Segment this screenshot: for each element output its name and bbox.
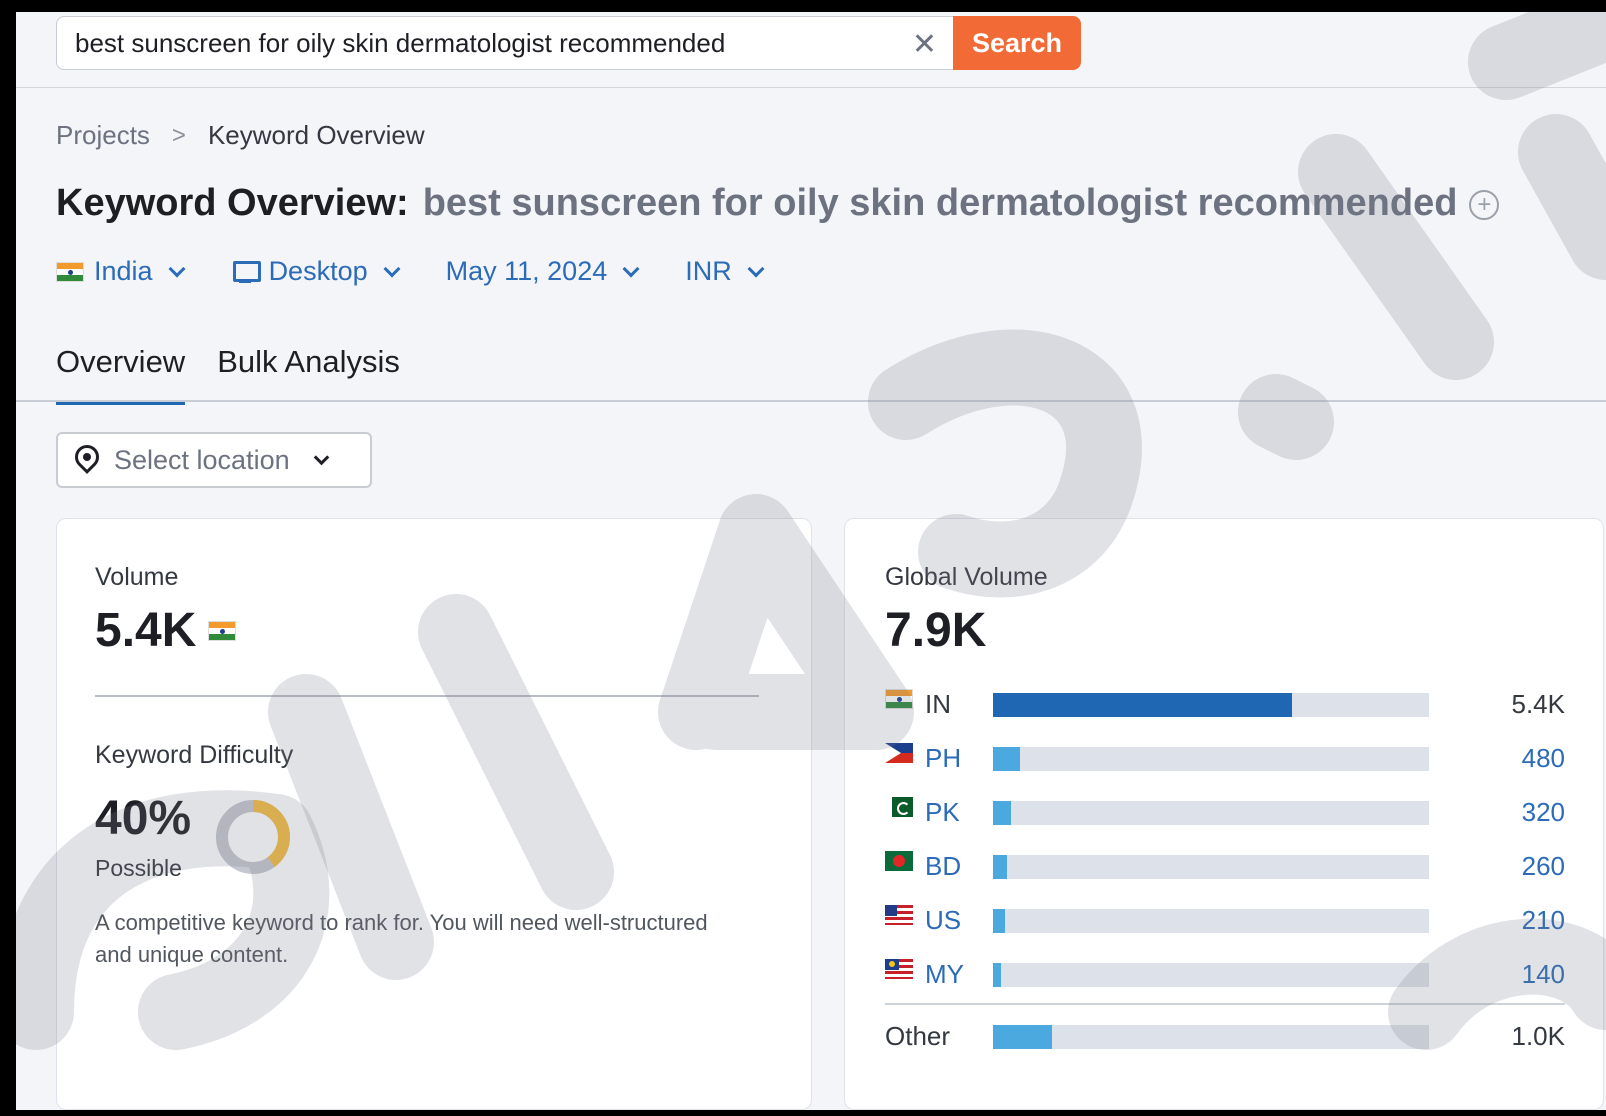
device-filter[interactable]: Desktop (231, 256, 401, 287)
clear-icon[interactable]: ✕ (912, 27, 937, 62)
chevron-down-icon (313, 449, 329, 465)
global-volume-card: Global Volume 7.9K IN 5.4K PH 480 PK 320 BD 260… (844, 518, 1604, 1110)
global-volume-label: Global Volume (885, 563, 1048, 591)
country-row-us: US 210 (885, 901, 1565, 941)
other-row: Other 1.0K (885, 1017, 1565, 1057)
country-row-ph: PH 480 (885, 739, 1565, 779)
us-flag-icon (885, 905, 913, 925)
plus-circle-icon[interactable]: + (1469, 189, 1500, 220)
global-volume-value: 7.9K (885, 604, 987, 657)
country-bar-track (993, 855, 1429, 879)
breadcrumb-projects[interactable]: Projects (56, 120, 150, 151)
country-bar-fill (993, 855, 1008, 879)
india-flag-icon (208, 620, 237, 641)
country-row-my: MY 140 (885, 955, 1565, 995)
country-bar-fill (993, 693, 1292, 717)
page-title-keyword: best sunscreen for oily skin dermatologi… (422, 182, 1458, 224)
country-bar-fill (993, 747, 1020, 771)
country-bar-fill (993, 909, 1005, 933)
volume-value-row: 5.4K (95, 603, 237, 658)
keyword-difficulty-donut (216, 800, 290, 874)
country-row-pk: PK 320 (885, 793, 1565, 833)
currency-filter-label: INR (685, 256, 732, 286)
other-divider (885, 1003, 1565, 1005)
pk-flag-icon (885, 797, 913, 817)
my-flag-icon (885, 959, 913, 979)
map-pin-icon (74, 445, 100, 475)
country-code[interactable]: PK (925, 797, 960, 828)
search-box[interactable]: ✕ (56, 16, 954, 70)
country-bar-track (993, 963, 1429, 987)
country-row-bd: BD 260 (885, 847, 1565, 887)
country-bar-track (993, 909, 1429, 933)
keyword-difficulty-value: 40% (95, 792, 192, 845)
in-flag-icon (885, 689, 913, 709)
country-volume-value: 5.4K (1511, 689, 1566, 719)
country-code: IN (925, 689, 951, 719)
volume-divider (95, 695, 759, 697)
chevron-down-icon (168, 260, 186, 277)
country-code[interactable]: PH (925, 743, 961, 774)
location-select-placeholder: Select location (114, 444, 290, 475)
chevron-down-icon (747, 260, 765, 277)
volume-label: Volume (95, 563, 179, 591)
page-title: Keyword Overview: best sunscreen for oily… (56, 182, 1500, 225)
tab-overview[interactable]: Overview (56, 344, 186, 405)
country-row-in: IN 5.4K (885, 685, 1565, 725)
other-label: Other (885, 1021, 951, 1051)
tab-bulk-analysis[interactable]: Bulk Analysis (217, 344, 400, 405)
tabs: Overview Bulk Analysis (56, 344, 400, 405)
chevron-down-icon (383, 260, 401, 277)
country-bar-track (993, 801, 1429, 825)
country-bar-track (993, 693, 1429, 717)
country-bar-fill (993, 963, 1001, 987)
country-filter[interactable]: India (56, 256, 186, 287)
country-bar-fill (993, 801, 1011, 825)
ph-flag-icon (885, 743, 913, 763)
device-filter-label: Desktop (268, 256, 368, 286)
search-input[interactable] (75, 27, 875, 59)
search-button[interactable]: Search (953, 16, 1081, 70)
keyword-difficulty-level: Possible (95, 855, 182, 881)
other-bar-fill (993, 1025, 1052, 1049)
keyword-difficulty-label: Keyword Difficulty (95, 741, 294, 769)
chevron-down-icon (622, 260, 640, 277)
country-filter-label: India (94, 256, 153, 286)
keyword-difficulty-description: A competitive keyword to rank for. You w… (95, 910, 708, 967)
breadcrumb: Projects > Keyword Overview (56, 120, 425, 151)
country-volume-value[interactable]: 320 (1522, 797, 1565, 828)
location-select[interactable]: Select location (56, 432, 372, 488)
filters-bar: India Desktop May 11, 2024 INR (56, 256, 765, 287)
country-volume-value[interactable]: 140 (1522, 959, 1565, 990)
desktop-icon (231, 260, 261, 283)
country-code[interactable]: US (925, 905, 961, 936)
india-flag-icon (56, 261, 84, 282)
chevron-right-icon: > (171, 121, 186, 149)
page-title-prefix: Keyword Overview: (56, 182, 409, 224)
country-bar-track (993, 747, 1429, 771)
date-filter[interactable]: May 11, 2024 (445, 256, 640, 287)
other-bar-track (993, 1025, 1429, 1049)
other-value: 1.0K (1511, 1021, 1566, 1051)
country-volume-value[interactable]: 260 (1522, 851, 1565, 882)
app-frame: ✕ Search Projects > Keyword Overview Key… (16, 12, 1606, 1110)
country-code[interactable]: MY (925, 959, 964, 990)
tabs-divider (16, 400, 1606, 402)
currency-filter[interactable]: INR (685, 256, 765, 287)
volume-value: 5.4K (95, 604, 197, 657)
volume-card: Volume 5.4K Keyword Difficulty 40% Possi… (56, 518, 812, 1110)
date-filter-label: May 11, 2024 (445, 256, 608, 286)
top-search-bar: ✕ Search (16, 12, 1606, 88)
country-volume-value[interactable]: 210 (1522, 905, 1565, 936)
country-code[interactable]: BD (925, 851, 961, 882)
country-volume-value[interactable]: 480 (1522, 743, 1565, 774)
bd-flag-icon (885, 851, 913, 871)
breadcrumb-keyword-overview: Keyword Overview (207, 120, 425, 150)
